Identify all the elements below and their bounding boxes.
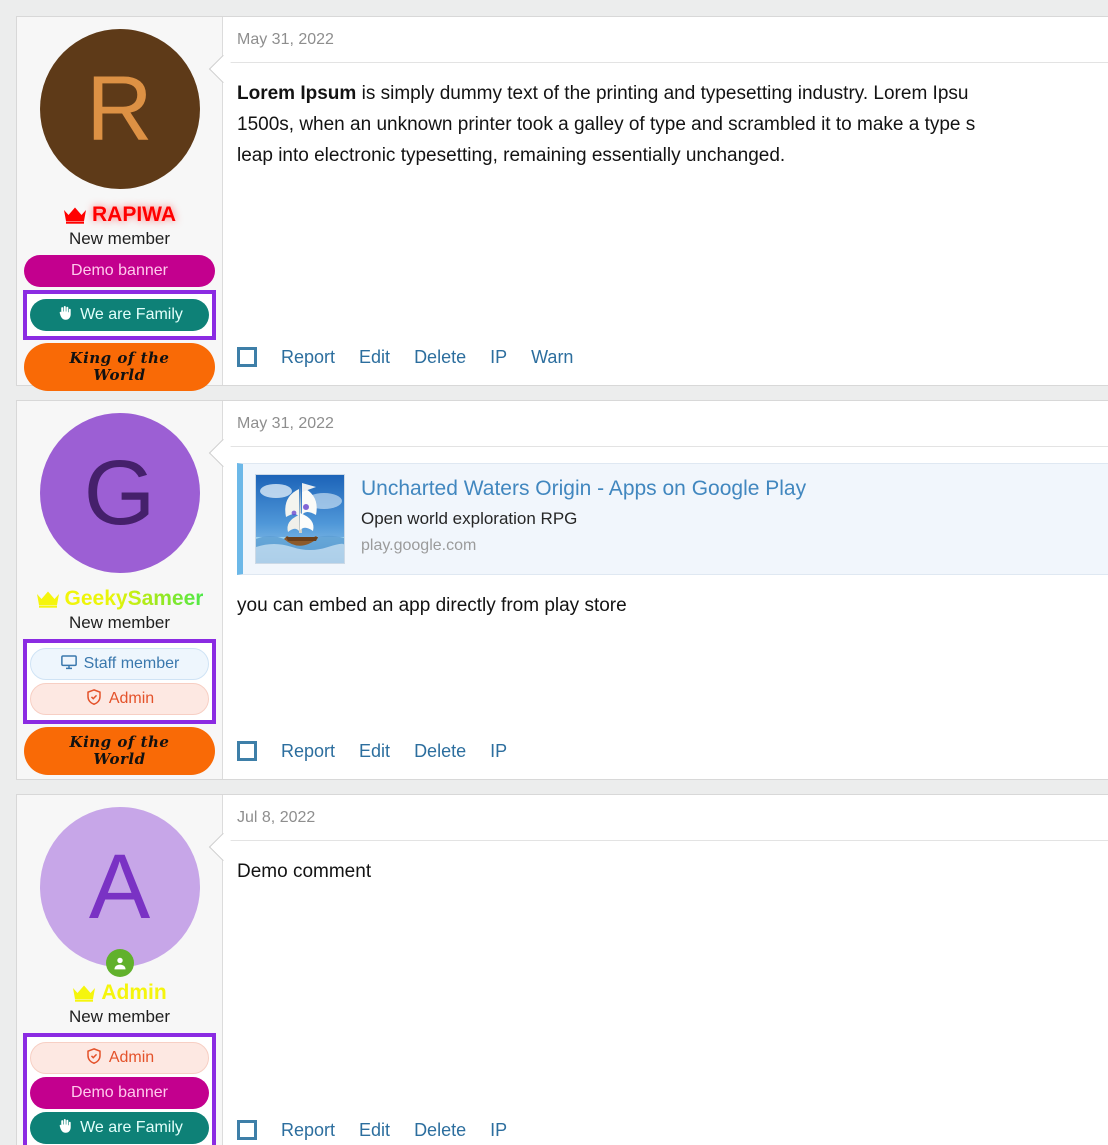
banner-demo-banner: Demo banner	[24, 255, 215, 288]
banner-label: King of the	[69, 348, 170, 367]
avatar[interactable]: A	[39, 807, 200, 977]
post-date: May 31, 2022	[223, 17, 1108, 63]
username-row: RAPIWA	[23, 203, 216, 226]
banner-label: Admin	[108, 690, 155, 708]
user-banners: Staff member Admin King of the World	[23, 639, 216, 776]
highlighted-banner-group: We are Family	[23, 290, 216, 341]
banner-we-are-family: We are Family	[30, 299, 209, 332]
post-actions: Report Edit Delete IP	[223, 723, 1108, 779]
report-link[interactable]: Report	[281, 347, 335, 368]
post-message-column: May 31, 2022 Lorem Ipsum is simply dummy…	[223, 17, 1108, 385]
shield-check-icon	[85, 1047, 103, 1070]
user-title: New member	[68, 613, 171, 633]
link-title[interactable]: Uncharted Waters Origin - Apps on Google…	[361, 477, 806, 500]
delete-link[interactable]: Delete	[414, 741, 466, 762]
username-row: GeekySameer	[23, 587, 216, 610]
link-host: play.google.com	[361, 537, 477, 555]
username[interactable]: Admin	[101, 981, 166, 1004]
delete-link[interactable]: Delete	[414, 1120, 466, 1141]
user-banners: Admin Demo banner We are Family	[23, 1033, 216, 1145]
link-preview-meta: Uncharted Waters Origin - Apps on Google…	[361, 474, 806, 555]
banner-demo-banner: Demo banner	[30, 1077, 209, 1110]
post-body: Lorem Ipsum is simply dummy text of the …	[223, 63, 1108, 171]
banner-label: Demo banner	[71, 262, 168, 280]
avatar-letter: A	[88, 836, 151, 938]
link-description: Open world exploration RPG	[361, 509, 578, 529]
edit-link[interactable]: Edit	[359, 1120, 390, 1141]
user-title: New member	[68, 1007, 171, 1027]
banner-king-of-the-world: King of the World	[24, 343, 215, 392]
banner-admin: Admin	[30, 683, 209, 716]
raised-hand-icon	[56, 304, 74, 327]
link-preview-card[interactable]: Uncharted Waters Origin - Apps on Google…	[237, 463, 1108, 575]
select-post-checkbox[interactable]	[237, 741, 257, 761]
online-status-icon	[105, 949, 134, 977]
banner-label: Admin	[108, 1049, 155, 1067]
banner-label-line2: World	[93, 750, 146, 769]
post-user-column: R RAPIWA New member Demo banner We are F…	[17, 17, 238, 392]
post-body-line: leap into electronic typesetting, remain…	[237, 144, 786, 166]
edit-link[interactable]: Edit	[359, 347, 390, 368]
user-title: New member	[68, 229, 171, 249]
ip-link[interactable]: IP	[490, 1120, 507, 1141]
ip-link[interactable]: IP	[490, 347, 507, 368]
post: A Admin New member Admin Demo banner We …	[16, 794, 1108, 1145]
shield-check-icon	[85, 688, 103, 711]
post-actions: Report Edit Delete IP	[223, 1102, 1108, 1145]
username[interactable]: GeekySameer	[65, 587, 204, 610]
post: R RAPIWA New member Demo banner We are F…	[16, 16, 1108, 392]
banner-staff-member: Staff member	[30, 648, 209, 681]
ip-link[interactable]: IP	[490, 741, 507, 762]
post-actions: Report Edit Delete IP Warn	[223, 329, 1108, 385]
report-link[interactable]: Report	[281, 741, 335, 762]
post-body-line: 1500s, when an unknown printer took a ga…	[237, 113, 976, 135]
avatar-letter: R	[86, 58, 153, 160]
sailing-ship-thumbnail	[255, 474, 345, 564]
post-body-text: is simply dummy text of the printing and…	[356, 83, 969, 104]
post-date: Jul 8, 2022	[223, 795, 1108, 841]
raised-hand-icon	[56, 1117, 74, 1140]
post-user-column: A Admin New member Admin Demo banner We …	[17, 795, 238, 1145]
report-link[interactable]: Report	[281, 1120, 335, 1141]
monitor-icon	[60, 653, 78, 676]
banner-label-line2: World	[93, 366, 146, 385]
post: G GeekySameer New member Staff member Ad…	[16, 400, 1108, 780]
post-date: May 31, 2022	[223, 401, 1108, 447]
username-row: Admin	[23, 981, 216, 1004]
banner-label: We are Family	[80, 306, 183, 324]
post-body: Demo comment	[223, 841, 1108, 888]
banner-label: We are Family	[80, 1119, 183, 1137]
delete-link[interactable]: Delete	[414, 347, 466, 368]
banner-label: Staff member	[83, 655, 180, 673]
post-body-line: Lorem Ipsum is simply dummy text of the …	[237, 79, 1108, 110]
select-post-checkbox[interactable]	[237, 347, 257, 367]
avatar[interactable]: G	[39, 413, 200, 573]
banner-we-are-family: We are Family	[30, 1112, 209, 1145]
post-message-column: Jul 8, 2022 Demo comment Report Edit Del…	[223, 795, 1108, 1145]
post-list: R RAPIWA New member Demo banner We are F…	[0, 0, 1108, 1145]
avatar-letter: G	[83, 442, 156, 544]
banner-label: King of the	[69, 732, 170, 751]
crown-icon	[72, 984, 96, 1002]
banner-admin: Admin	[30, 1042, 209, 1075]
banner-label: Demo banner	[71, 1084, 168, 1102]
highlighted-banner-group: Staff member Admin	[23, 639, 216, 725]
edit-link[interactable]: Edit	[359, 741, 390, 762]
crown-icon	[63, 206, 87, 224]
banner-king-of-the-world: King of the World	[24, 727, 215, 776]
post-body-bold: Lorem Ipsum	[237, 83, 357, 104]
select-post-checkbox[interactable]	[237, 1120, 257, 1140]
post-message-column: May 31, 2022 Uncharted Waters Origin - A…	[223, 401, 1108, 779]
highlighted-banner-group: Admin Demo banner We are Family	[23, 1033, 216, 1145]
warn-link[interactable]: Warn	[531, 347, 573, 368]
avatar[interactable]: R	[39, 29, 200, 189]
post-body: you can embed an app directly from play …	[237, 595, 627, 616]
post-body-line: Demo comment	[237, 861, 372, 882]
crown-icon	[36, 590, 60, 608]
username[interactable]: RAPIWA	[92, 203, 176, 226]
user-banners: Demo banner We are Family King of the Wo…	[23, 255, 216, 392]
post-user-column: G GeekySameer New member Staff member Ad…	[17, 401, 238, 779]
